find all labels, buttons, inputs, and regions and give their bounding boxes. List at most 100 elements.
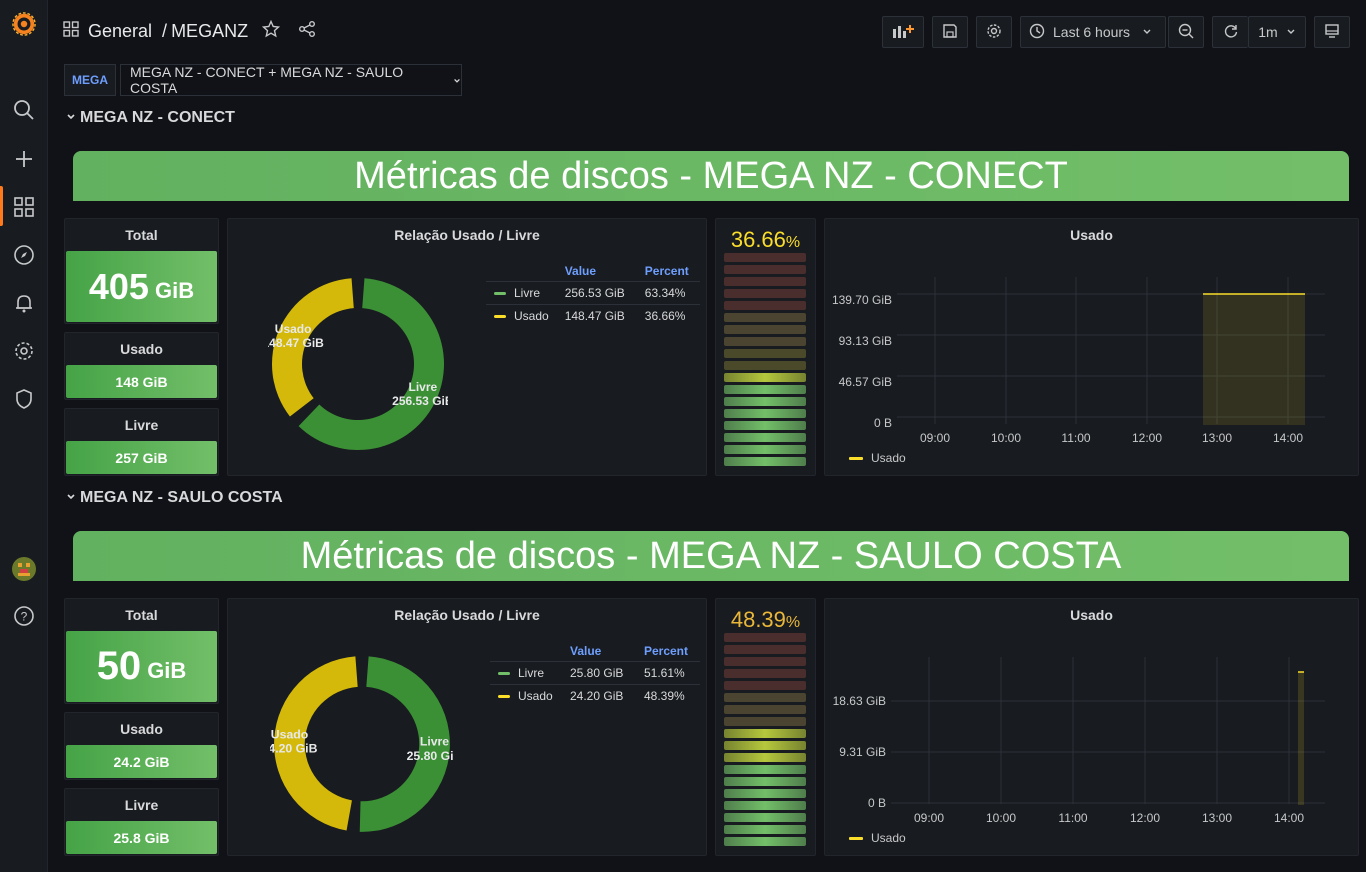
x-tick: 11:00 [1058, 811, 1087, 825]
alert-bell-icon[interactable] [12, 291, 36, 315]
legend-row[interactable]: Livre 256.53 GiB 63.34% [486, 281, 700, 305]
row-header-conect[interactable]: MEGA NZ - CONECT [66, 109, 235, 127]
add-panel-button[interactable] [882, 16, 924, 48]
tv-mode-icon [1324, 23, 1340, 42]
slice-label-name: Usado [275, 322, 312, 336]
gauge-cell [724, 397, 806, 406]
legend-row[interactable]: Usado 24.20 GiB 48.39% [490, 684, 700, 707]
time-range-picker[interactable]: Last 6 hours [1020, 16, 1166, 48]
gauge-cell [724, 289, 806, 298]
grafana-logo[interactable] [12, 12, 36, 36]
bar-gauge-panel-saulo: 48.39% [715, 598, 816, 856]
series-percent: 51.61% [635, 661, 700, 685]
stat-unit: GiB [147, 657, 187, 683]
gauge-cell [724, 409, 806, 418]
y-tick: 0 B [874, 416, 892, 430]
pie-legend-table: Value Percent Livre 25.80 GiB 51.61% Usa… [490, 641, 700, 707]
row-header-saulo[interactable]: MEGA NZ - SAULO COSTA [66, 489, 283, 507]
gauge-cell [724, 777, 806, 786]
y-tick: 18.63 GiB [833, 694, 886, 708]
series-value: 24.20 GiB [562, 684, 636, 707]
gear-icon[interactable] [12, 339, 36, 363]
stat-unit: GiB [154, 277, 195, 303]
tv-mode-button[interactable] [1314, 16, 1350, 48]
stat-free-panel: Livre 25.8 GiB [64, 788, 219, 856]
gauge-cell [724, 645, 806, 654]
settings-button[interactable] [976, 16, 1012, 48]
chevron-down-icon [66, 109, 76, 127]
breadcrumb-separator: / [162, 21, 168, 41]
variable-label: MEGA [64, 64, 116, 96]
panel-title: Livre [124, 797, 159, 813]
col-percent-header: Percent [643, 644, 688, 658]
stat-used-panel: Usado 24.2 GiB [64, 712, 219, 780]
gauge-value: 36.66% [716, 227, 815, 253]
sidebar-active-indicator [0, 186, 3, 226]
col-value-header: Value [570, 644, 602, 658]
refresh-interval-label: 1m [1258, 24, 1278, 40]
gauge-cell [724, 265, 806, 274]
pie-panel-conect: Relação Usado / Livre Livre 256.53 GiB Usa… [227, 218, 707, 476]
gauge-cell [724, 361, 806, 370]
x-tick: 13:00 [1202, 811, 1232, 825]
panel-title: Relação Usado / Livre [394, 227, 540, 243]
x-tick: 12:00 [1130, 811, 1160, 825]
save-button[interactable] [932, 16, 968, 48]
slice-label-name: Livre [409, 380, 438, 394]
shield-icon[interactable] [12, 387, 36, 411]
gauge-cell [724, 693, 806, 702]
y-tick: 139.70 GiB [832, 293, 892, 307]
series-name: Livre [514, 286, 541, 300]
x-tick: 13:00 [1202, 431, 1232, 445]
series-name: Usado [518, 689, 553, 703]
gauge-cell [724, 337, 806, 346]
series-value: 25.80 GiB [562, 661, 636, 685]
star-icon[interactable] [261, 19, 281, 43]
gauge-cell [724, 325, 806, 334]
variable-select[interactable]: MEGA NZ - CONECT + MEGA NZ - SAULO COSTA [120, 64, 462, 96]
slice-label-value: 24.20 GiB [270, 742, 318, 756]
stat-used-panel: Usado 148 GiB [64, 332, 219, 400]
stat-free-value: 25.8 GiB [66, 821, 217, 854]
series-percent: 63.34% [636, 281, 700, 305]
slice-label-value: 256.53 GiB [392, 394, 448, 408]
series-swatch [498, 695, 510, 699]
legend-label: Usado [871, 451, 906, 465]
panel-title: Total [125, 607, 158, 623]
gauge-cell [724, 373, 806, 382]
donut-chart: Livre256.53 GiB Usado148.47 GiB [268, 278, 448, 450]
dashboards-icon[interactable] [12, 195, 36, 219]
explore-icon[interactable] [12, 243, 36, 267]
gauge-cell [724, 825, 806, 834]
gauge-unit: % [785, 614, 801, 631]
help-icon[interactable]: ? [12, 604, 36, 628]
gauge-cell [724, 633, 806, 642]
dashboards-grid-icon [62, 20, 80, 43]
share-icon[interactable] [298, 20, 316, 43]
avatar[interactable] [12, 557, 36, 581]
legend-row[interactable]: Livre 25.80 GiB 51.61% [490, 661, 700, 685]
gauge-number: 48.39 [730, 607, 786, 632]
zoom-out-button[interactable] [1168, 16, 1204, 48]
refresh-interval-picker[interactable]: 1m [1248, 16, 1306, 48]
panel-title: Usado [120, 721, 163, 737]
breadcrumb-folder[interactable]: General [88, 21, 152, 42]
settings-icon [986, 23, 1002, 42]
time-series-graph[interactable]: 139.70 GiB 93.13 GiB 46.57 GiB 0 B 09:00… [825, 219, 1358, 475]
time-range-label: Last 6 hours [1053, 24, 1131, 40]
legend-row[interactable]: Usado 148.47 GiB 36.66% [486, 304, 700, 327]
add-panel-icon [892, 23, 914, 42]
plus-icon[interactable] [12, 147, 36, 171]
series-name: Livre [518, 666, 545, 680]
series-value: 256.53 GiB [556, 281, 637, 305]
gauge-cell [724, 705, 806, 714]
search-icon[interactable] [12, 98, 36, 122]
refresh-button[interactable] [1212, 16, 1248, 48]
time-series-graph[interactable]: 18.63 GiB 9.31 GiB 0 B 09:00 10:00 11:00… [825, 599, 1358, 855]
refresh-icon [1223, 23, 1239, 42]
dashboard-title[interactable]: MEGANZ [171, 21, 248, 42]
bar-gauge-panel-conect: 36.66% [715, 218, 816, 476]
gauge-value: 48.39% [716, 607, 815, 633]
clock-icon [1029, 23, 1045, 42]
x-tick: 09:00 [914, 811, 944, 825]
